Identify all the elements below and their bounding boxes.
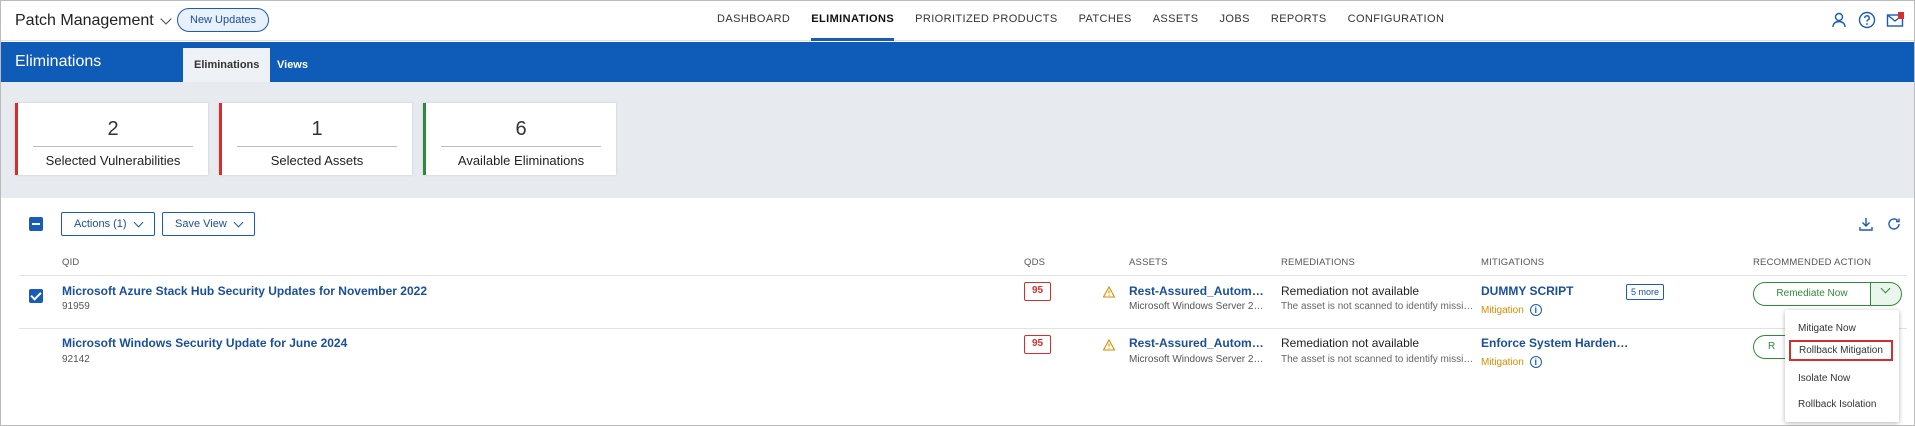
column-header-qds: QDS	[1024, 257, 1046, 268]
nav-dashboard[interactable]: DASHBOARD	[717, 1, 790, 41]
select-all-checkbox[interactable]	[29, 217, 43, 231]
vulnerability-title[interactable]: Microsoft Azure Stack Hub Security Updat…	[62, 284, 427, 298]
remediation-status: Remediation not available	[1281, 284, 1420, 298]
action-dropdown-toggle[interactable]	[1870, 282, 1902, 306]
mitigation-type-label: Mitigation	[1481, 356, 1524, 368]
summary-label: Available Eliminations	[457, 153, 585, 168]
nav-reports[interactable]: REPORTS	[1271, 1, 1327, 41]
menu-item-mitigate-now[interactable]: Mitigate Now	[1798, 323, 1856, 334]
mitigation-link[interactable]: DUMMY SCRIPT	[1481, 284, 1631, 298]
column-header-remediations: REMEDIATIONS	[1281, 257, 1356, 268]
divider	[33, 146, 193, 147]
nav-configuration[interactable]: CONFIGURATION	[1348, 1, 1445, 41]
page-title: Eliminations	[15, 53, 102, 70]
download-icon[interactable]	[1858, 216, 1874, 232]
summary-label: Selected Vulnerabilities	[45, 153, 181, 168]
row-checkbox[interactable]	[29, 289, 43, 303]
new-updates-button[interactable]: New Updates	[177, 8, 270, 32]
column-header-mitigations: MITIGATIONS	[1481, 257, 1545, 268]
asset-os: Microsoft Windows Server 2022	[1129, 301, 1269, 312]
divider	[237, 146, 397, 147]
summary-panel: 2 Selected Vulnerabilities 1 Selected As…	[1, 82, 1914, 198]
column-header-qid: QID	[62, 257, 80, 268]
main-nav: DASHBOARD ELIMINATIONS PRIORITIZED PRODU…	[717, 1, 1444, 41]
mail-icon[interactable]	[1886, 11, 1904, 29]
menu-item-rollback-mitigation[interactable]: Rollback Mitigation	[1789, 340, 1893, 361]
tab-eliminations[interactable]: Eliminations	[183, 48, 271, 82]
refresh-icon[interactable]	[1886, 216, 1902, 232]
chevron-down-icon	[160, 13, 172, 25]
remediation-status: Remediation not available	[1281, 336, 1420, 350]
top-navigation: Patch Management New Updates DASHBOARD E…	[1, 1, 1914, 41]
top-icons	[1830, 11, 1904, 29]
remediation-detail: The asset is not scanned to identify mis…	[1281, 354, 1476, 365]
app-title: Patch Management	[15, 12, 154, 29]
summary-value: 2	[107, 118, 119, 140]
chevron-down-icon	[133, 217, 144, 227]
info-icon[interactable]: i	[1529, 356, 1542, 368]
qid-number: 92142	[62, 354, 90, 365]
row-divider	[19, 275, 1907, 276]
info-icon[interactable]: i	[1529, 304, 1542, 316]
mitigation-link[interactable]: Enforce System Hardening	[1481, 336, 1631, 350]
row-divider	[19, 328, 1907, 329]
app-switcher[interactable]: Patch Management	[15, 12, 172, 30]
menu-item-rollback-isolation[interactable]: Rollback Isolation	[1798, 399, 1876, 410]
vulnerability-title[interactable]: Microsoft Windows Security Update for Ju…	[62, 336, 347, 350]
chevron-down-icon	[233, 217, 244, 227]
nav-assets[interactable]: ASSETS	[1153, 1, 1199, 41]
summary-value: 1	[311, 118, 323, 140]
mitigation-type: Mitigation i	[1481, 304, 1542, 316]
warning-icon	[1103, 286, 1115, 298]
mitigation-type-label: Mitigation	[1481, 304, 1524, 316]
remediation-detail: The asset is not scanned to identify mis…	[1281, 301, 1476, 312]
actions-label: Actions (1)	[74, 218, 127, 230]
asset-link[interactable]: Rest-Assured_Automation	[1129, 336, 1269, 350]
qds-badge: 95	[1024, 335, 1051, 354]
qds-badge: 95	[1024, 282, 1051, 301]
save-view-button[interactable]: Save View	[162, 212, 255, 236]
qid-number: 91959	[62, 301, 90, 312]
chevron-down-icon	[1880, 283, 1891, 294]
asset-link[interactable]: Rest-Assured_Automation	[1129, 284, 1269, 298]
help-icon[interactable]	[1858, 11, 1876, 29]
summary-card-vulnerabilities: 2 Selected Vulnerabilities	[15, 103, 208, 175]
more-mitigations-badge[interactable]: 5 more	[1626, 284, 1665, 300]
divider	[441, 146, 601, 147]
column-header-recommended-action: RECOMMENDED ACTION	[1753, 257, 1872, 268]
nav-eliminations[interactable]: ELIMINATIONS	[811, 1, 895, 41]
asset-os: Microsoft Windows Server 2022	[1129, 354, 1269, 365]
summary-card-eliminations: 6 Available Eliminations	[423, 103, 616, 175]
save-view-label: Save View	[175, 218, 227, 230]
nav-prioritized-products[interactable]: PRIORITIZED PRODUCTS	[915, 1, 1057, 41]
menu-item-isolate-now[interactable]: Isolate Now	[1798, 373, 1850, 384]
action-dropdown-menu: Mitigate Now Rollback Mitigation Isolate…	[1785, 310, 1899, 422]
summary-label: Selected Assets	[270, 153, 364, 168]
remediate-now-button[interactable]: Remediate Now	[1753, 282, 1871, 306]
nav-jobs[interactable]: JOBS	[1220, 1, 1250, 41]
actions-button[interactable]: Actions (1)	[61, 212, 155, 236]
nav-patches[interactable]: PATCHES	[1079, 1, 1132, 41]
tab-views[interactable]: Views	[266, 48, 319, 82]
mitigation-type: Mitigation i	[1481, 356, 1542, 368]
user-icon[interactable]	[1830, 11, 1848, 29]
summary-value: 6	[515, 118, 527, 140]
page-header: Eliminations Eliminations Views	[1, 42, 1914, 82]
column-header-assets: ASSETS	[1129, 257, 1168, 268]
summary-card-assets: 1 Selected Assets	[219, 103, 412, 175]
table-tools	[1858, 216, 1902, 232]
warning-icon	[1103, 339, 1115, 351]
